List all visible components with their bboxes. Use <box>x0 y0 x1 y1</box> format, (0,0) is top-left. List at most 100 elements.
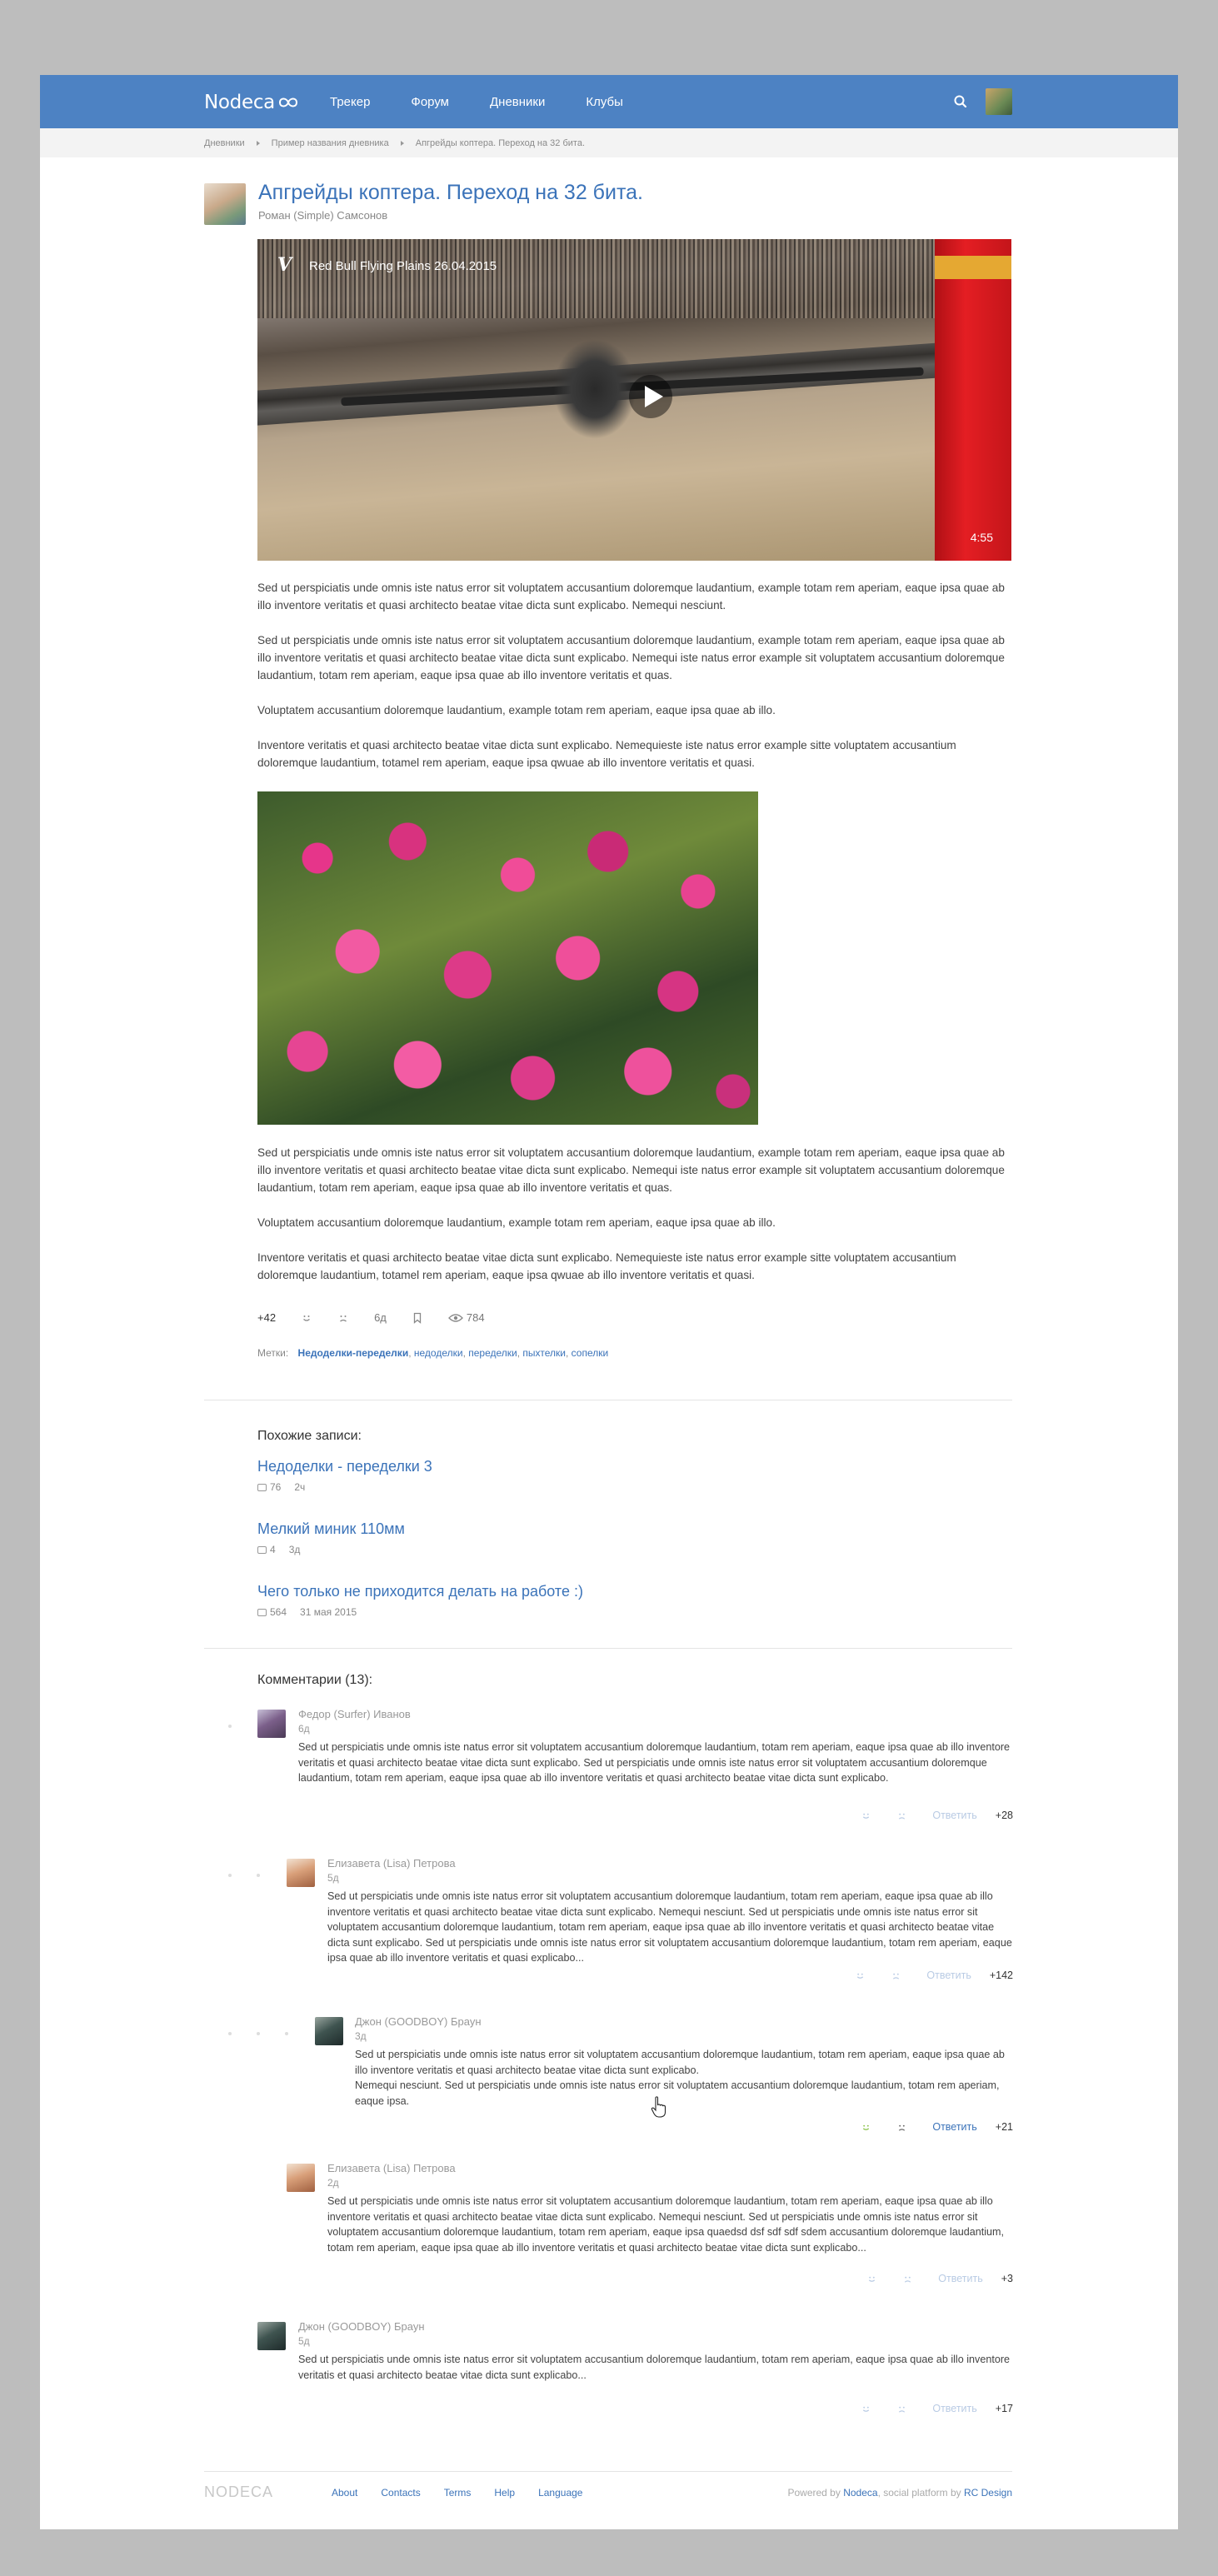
comment-age: 2д <box>327 2177 339 2189</box>
footer-link-about[interactable]: About <box>332 2487 357 2499</box>
breadcrumb-arrow-icon <box>256 141 260 146</box>
thread-dot <box>257 1874 260 1877</box>
footer-link-help[interactable]: Help <box>494 2487 515 2499</box>
smile-icon[interactable] <box>301 1312 312 1324</box>
vimeo-icon: V <box>277 254 292 276</box>
paragraph: Voluptatem accusantium doloremque laudan… <box>257 1216 776 1229</box>
breadcrumb-current[interactable]: Апгрейды коптера. Переход на 32 бита. <box>416 138 585 148</box>
tag-link[interactable]: пыхтелки <box>522 1347 566 1359</box>
paragraph: Sed ut perspiciatis unde omnis iste natu… <box>257 1146 1005 1194</box>
smile-icon[interactable] <box>855 1970 866 1981</box>
similar-age: 3д <box>288 1544 301 1555</box>
commenter-name[interactable]: Федор (Surfer) Иванов <box>298 1708 411 1720</box>
hand-cursor-icon <box>651 2096 666 2118</box>
comments-heading: Комментарии (13): <box>257 1673 373 1687</box>
commenter-avatar[interactable] <box>315 2017 343 2045</box>
comment: Федор (Surfer) Иванов 6д Sed ut perspici… <box>40 1708 1178 1851</box>
smile-icon[interactable] <box>861 1810 871 1821</box>
main-nav: Трекер Форум Дневники Клубы <box>330 95 664 109</box>
similar-link[interactable]: Недоделки - переделки 3 <box>257 1458 432 1475</box>
video-title[interactable]: Red Bull Flying Plains 26.04.2015 <box>309 259 497 273</box>
commenter-avatar[interactable] <box>257 2322 286 2350</box>
reply-button[interactable]: Ответить <box>926 1969 971 1981</box>
comment-age: 5д <box>327 1872 339 1884</box>
site-logo[interactable]: Nodeca <box>204 92 302 113</box>
frown-icon[interactable] <box>891 1970 901 1981</box>
post-tags: Метки: Недоделки-переделки, недоделки, п… <box>257 1347 609 1359</box>
footer-logo[interactable]: NODECA <box>204 2484 273 2501</box>
powered-by: Powered by Nodeca, social platform by RC… <box>787 2487 1012 2499</box>
comment-text-line: Nemequi nesciunt. Sed ut perspiciatis un… <box>355 2079 1000 2107</box>
commenter-name[interactable]: Елизавета (Lisa) Петрова <box>327 2162 456 2174</box>
commenter-avatar[interactable] <box>287 1859 315 1887</box>
reply-button[interactable]: Ответить <box>938 2273 982 2284</box>
reply-button[interactable]: Ответить <box>932 2403 976 2414</box>
tag-link[interactable]: недоделки <box>414 1347 463 1359</box>
frown-icon[interactable] <box>902 2274 913 2284</box>
play-icon[interactable] <box>629 375 672 418</box>
comment-text: Sed ut perspiciatis unde omnis iste natu… <box>298 2354 1011 2381</box>
similar-item: Мелкий миник 110мм 4 3д <box>257 1520 405 1555</box>
footer-link-terms[interactable]: Terms <box>444 2487 472 2499</box>
video-player[interactable]: V Red Bull Flying Plains 26.04.2015 4:55 <box>257 239 1011 561</box>
breadcrumb-arrow-icon <box>400 141 404 146</box>
comment-count: 4 <box>270 1544 276 1555</box>
footer-link-language[interactable]: Language <box>538 2487 582 2499</box>
comment: Елизавета (Lisa) Петрова 5д Sed ut persp… <box>40 1857 1178 2025</box>
reply-button[interactable]: Ответить <box>932 2121 976 2133</box>
post-author[interactable]: Роман (Simple) Самсонов <box>258 209 387 222</box>
search-icon[interactable] <box>953 94 968 109</box>
post-image[interactable] <box>257 791 758 1125</box>
smile-icon[interactable] <box>861 2122 871 2133</box>
comment-text-line: Sed ut perspiciatis unde omnis iste natu… <box>355 2049 1005 2076</box>
footer-link-contacts[interactable]: Contacts <box>381 2487 420 2499</box>
frown-icon[interactable] <box>896 1810 907 1821</box>
frown-icon[interactable] <box>337 1312 349 1324</box>
logo-text: Nodeca <box>204 92 275 113</box>
powered-prefix: Powered by <box>787 2487 841 2499</box>
comment-count: 564 <box>270 1606 287 1618</box>
tag-link[interactable]: переделки <box>468 1347 517 1359</box>
powered-link-nodeca[interactable]: Nodeca <box>843 2487 877 2499</box>
tags-label: Метки: <box>257 1347 289 1359</box>
video-frame-crowd <box>257 239 1011 318</box>
thread-dot <box>228 2032 232 2035</box>
reply-button[interactable]: Ответить <box>932 1810 976 1821</box>
frown-icon[interactable] <box>896 2122 907 2133</box>
comment: Джон (GOODBOY) Браун 5д Sed ut perspicia… <box>40 2320 1178 2439</box>
frown-icon[interactable] <box>896 2404 907 2414</box>
thread-dot <box>257 2032 260 2035</box>
nav-clubs[interactable]: Клубы <box>586 95 623 109</box>
breadcrumb-blog[interactable]: Пример названия дневника <box>272 138 389 148</box>
comment-score: +17 <box>995 2403 1013 2414</box>
commenter-avatar[interactable] <box>287 2164 315 2192</box>
nav-tracker[interactable]: Трекер <box>330 95 370 109</box>
powered-link-rcdesign[interactable]: RC Design <box>964 2487 1012 2499</box>
nav-forum[interactable]: Форум <box>411 95 449 109</box>
thread-dot <box>228 1874 232 1877</box>
video-frame-pylon-band <box>935 256 1011 279</box>
paragraph: Inventore veritatis et quasi architecto … <box>257 1251 956 1281</box>
post-age: 6д <box>374 1311 387 1324</box>
similar-link[interactable]: Мелкий миник 110мм <box>257 1520 405 1538</box>
similar-link[interactable]: Чего только не приходится делать на рабо… <box>257 1583 583 1600</box>
commenter-name[interactable]: Джон (GOODBOY) Браун <box>298 2320 425 2333</box>
tag-link[interactable]: сопелки <box>572 1347 609 1359</box>
video-duration: 4:55 <box>970 531 993 544</box>
comment: Джон (GOODBOY) Браун 3д Sed ut perspicia… <box>40 2015 1178 2159</box>
smile-icon[interactable] <box>861 2404 871 2414</box>
similar-heading: Похожие записи: <box>257 1429 362 1443</box>
comment-count: 76 <box>270 1481 282 1493</box>
smile-icon[interactable] <box>866 2274 877 2284</box>
bookmark-icon[interactable] <box>412 1312 423 1324</box>
tag-link[interactable]: Недоделки-переделки <box>298 1347 409 1359</box>
commenter-name[interactable]: Елизавета (Lisa) Петрова <box>327 1857 456 1870</box>
nav-blogs[interactable]: Дневники <box>490 95 545 109</box>
commenter-avatar[interactable] <box>257 1710 286 1738</box>
comment-score: +3 <box>1001 2273 1013 2284</box>
comment-actions: Ответить +21 <box>861 2121 1013 2133</box>
breadcrumb-blogs[interactable]: Дневники <box>204 138 245 148</box>
user-avatar[interactable] <box>986 88 1012 115</box>
author-avatar[interactable] <box>204 183 246 225</box>
commenter-name[interactable]: Джон (GOODBOY) Браун <box>355 2015 482 2028</box>
